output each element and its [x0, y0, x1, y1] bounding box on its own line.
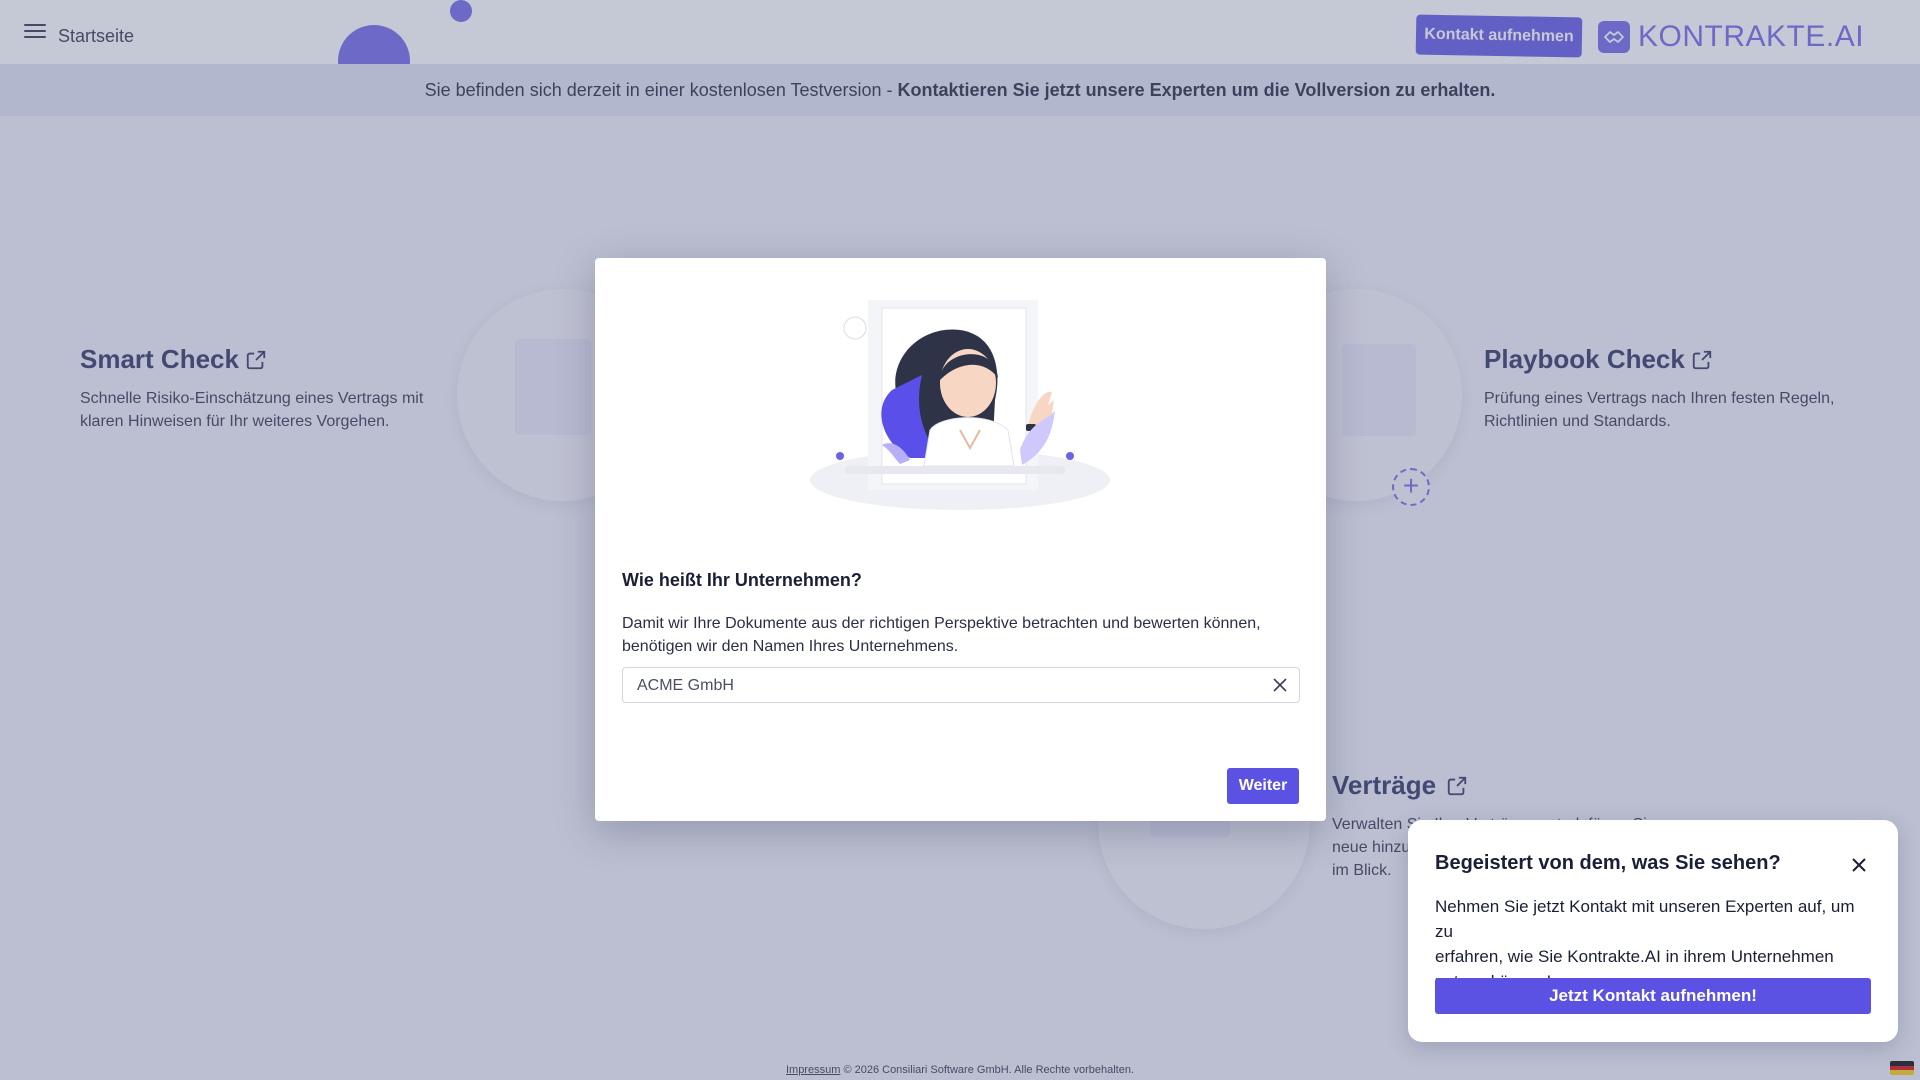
- dialog-description: Damit wir Ihre Dokumente aus der richtig…: [622, 615, 1261, 655]
- popup-title: Begeistert von dem, was Sie sehen?: [1435, 852, 1781, 874]
- dialog-title: Wie heißt Ihr Unternehmen?: [622, 570, 862, 590]
- close-icon[interactable]: [1271, 676, 1289, 694]
- next-button[interactable]: Weiter: [1227, 768, 1299, 804]
- company-name-input[interactable]: [635, 668, 1259, 704]
- contact-now-button[interactable]: Jetzt Kontakt aufnehmen!: [1435, 978, 1871, 1014]
- close-icon[interactable]: [1850, 856, 1868, 874]
- company-name-field[interactable]: [622, 667, 1300, 704]
- welcome-illustration: [810, 300, 1110, 510]
- company-name-dialog: Wie heißt Ihr Unternehmen? Damit wir Ihr…: [595, 258, 1326, 821]
- contact-promo-popup: Begeistert von dem, was Sie sehen? Nehme…: [1408, 820, 1898, 1042]
